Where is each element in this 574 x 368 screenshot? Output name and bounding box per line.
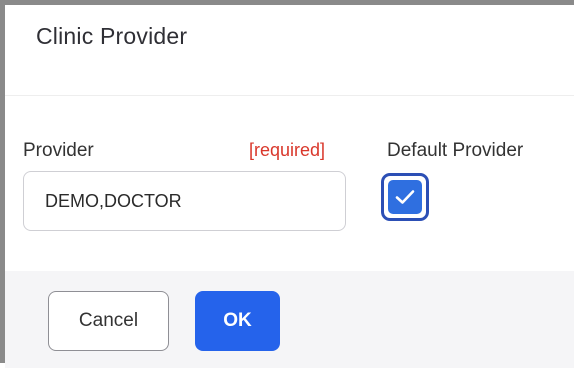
checkbox-fill	[388, 180, 422, 214]
default-provider-checkbox[interactable]	[381, 173, 429, 221]
dialog-footer: Cancel OK	[5, 271, 574, 368]
dialog-body: Provider [required] Default Provider	[5, 96, 574, 271]
clinic-provider-dialog: Clinic Provider Provider [required] Defa…	[0, 0, 574, 368]
dialog-header: Clinic Provider	[5, 5, 574, 96]
required-indicator: [required]	[249, 140, 326, 160]
cancel-button[interactable]: Cancel	[48, 291, 169, 351]
dialog-title: Clinic Provider	[36, 23, 188, 49]
provider-label: Provider	[23, 140, 94, 161]
provider-input[interactable]	[23, 171, 346, 231]
ok-button[interactable]: OK	[195, 291, 280, 351]
check-icon	[395, 190, 415, 204]
default-provider-label: Default Provider	[387, 140, 524, 161]
